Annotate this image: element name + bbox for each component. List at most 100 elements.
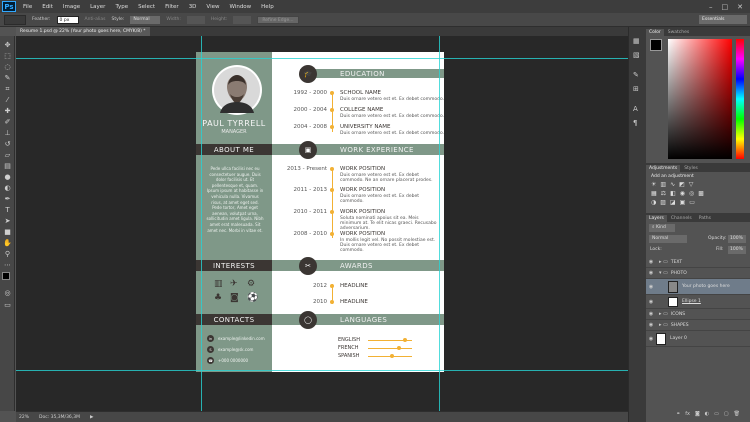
fx-icon[interactable]: fx — [685, 411, 690, 417]
exposure-icon[interactable]: ◩ — [679, 181, 685, 188]
link-icon[interactable]: ⚭ — [676, 411, 680, 417]
height-input[interactable] — [233, 15, 252, 24]
layer-row[interactable]: ◉ ▸ ▭ TEXT — [646, 257, 750, 268]
stamp-icon[interactable]: ⊥ — [2, 128, 13, 138]
guide-vertical[interactable] — [201, 36, 202, 411]
path-select-icon[interactable]: ➤ — [2, 216, 13, 226]
layer-filter-dropdown[interactable]: ⌕ Kind — [649, 224, 675, 232]
document-tab[interactable]: Resume 1.psd @ 22% (Your photo goes here… — [16, 27, 150, 36]
eye-icon[interactable]: ◉ — [646, 311, 656, 317]
minimize-button[interactable]: – — [709, 3, 713, 11]
layer-row[interactable]: ◉ Layer 0 — [646, 331, 750, 347]
layer-row[interactable]: ◉ ▾ ▭ PHOTO — [646, 268, 750, 279]
eraser-icon[interactable]: ▱ — [2, 150, 13, 160]
feather-input[interactable]: 0 px — [56, 15, 79, 24]
mask-icon[interactable]: ◙ — [695, 411, 700, 417]
properties-panel-icon[interactable]: ▧ — [633, 51, 643, 61]
workspace-switcher[interactable]: Essentials — [699, 15, 747, 24]
color-field[interactable] — [668, 39, 732, 159]
gradient-map-icon[interactable]: ▭ — [689, 199, 695, 206]
lookup-icon[interactable]: ▩ — [698, 190, 704, 197]
hand-icon[interactable]: ✋ — [2, 238, 13, 248]
guide-horizontal[interactable] — [16, 370, 628, 371]
adjustment-layer-icon[interactable]: ◐ — [705, 411, 709, 417]
menu-window[interactable]: Window — [224, 4, 256, 10]
selective-color-icon[interactable]: ▣ — [680, 199, 686, 206]
quick-select-icon[interactable]: ✎ — [2, 73, 13, 83]
posterize-icon[interactable]: ▨ — [660, 199, 666, 206]
menu-layer[interactable]: Layer — [85, 4, 110, 10]
brush-panel-icon[interactable]: ✎ — [633, 71, 643, 81]
menu-filter[interactable]: Filter — [160, 4, 184, 10]
eye-icon[interactable]: ◉ — [646, 322, 656, 328]
eye-icon[interactable]: ◉ — [646, 299, 656, 305]
fill-input[interactable]: 100% — [728, 246, 746, 254]
blur-icon[interactable]: ● — [2, 172, 13, 182]
eye-icon[interactable]: ◉ — [646, 270, 656, 276]
menu-3d[interactable]: 3D — [184, 4, 202, 10]
layer-row[interactable]: ◉ ▸ ▭ SHAPES — [646, 320, 750, 331]
quick-mask-icon[interactable]: ◎ — [2, 288, 13, 298]
style-dropdown[interactable]: Normal — [130, 15, 161, 24]
tab-adjustments[interactable]: Adjustments — [646, 165, 681, 172]
eye-icon[interactable]: ◉ — [646, 259, 656, 265]
brightness-icon[interactable]: ☀ — [651, 181, 656, 188]
more-tools-icon[interactable]: ⋯ — [2, 260, 13, 270]
tool-preset-picker[interactable] — [4, 14, 26, 25]
levels-icon[interactable]: ▥ — [660, 181, 666, 188]
photo-filter-icon[interactable]: ◉ — [680, 190, 685, 197]
layer-row[interactable]: ◉ ▸ ▭ ICONS — [646, 309, 750, 320]
close-button[interactable]: ✕ — [737, 3, 743, 11]
layer-row[interactable]: ◉ Ellipse 1 — [646, 295, 750, 309]
refine-edge-button[interactable]: Refine Edge... — [257, 15, 299, 24]
foreground-swatch[interactable] — [650, 39, 662, 51]
color-balance-icon[interactable]: ⚖ — [661, 190, 666, 197]
menu-view[interactable]: View — [201, 4, 224, 10]
zoom-level[interactable]: 22% — [19, 415, 29, 420]
vibrance-icon[interactable]: ▽ — [689, 181, 694, 188]
menu-file[interactable]: File — [18, 4, 37, 10]
menu-select[interactable]: Select — [133, 4, 160, 10]
dodge-icon[interactable]: ◐ — [2, 183, 13, 193]
character-panel-icon[interactable]: A — [633, 105, 643, 115]
antialias-checkbox[interactable]: Anti-alias — [85, 17, 106, 22]
clone-source-icon[interactable]: ⊞ — [633, 85, 643, 95]
tab-color[interactable]: Color — [646, 29, 664, 36]
menu-help[interactable]: Help — [256, 4, 279, 10]
menu-edit[interactable]: Edit — [37, 4, 58, 10]
channel-mixer-icon[interactable]: ◎ — [689, 190, 694, 197]
menu-type[interactable]: Type — [110, 4, 133, 10]
layer-row-selected[interactable]: ◉ Your photo goes here — [646, 279, 750, 295]
tab-layers[interactable]: Layers — [646, 215, 667, 222]
width-input[interactable] — [186, 15, 205, 24]
threshold-icon[interactable]: ◪ — [670, 199, 676, 206]
screen-mode-icon[interactable]: ▭ — [2, 300, 13, 310]
hue-sat-icon[interactable]: ▦ — [651, 190, 657, 197]
gradient-icon[interactable]: ▤ — [2, 161, 13, 171]
lasso-icon[interactable]: ◌ — [2, 62, 13, 72]
curves-icon[interactable]: ∿ — [670, 181, 675, 188]
brush-icon[interactable]: ✐ — [2, 117, 13, 127]
healing-icon[interactable]: ✚ — [2, 106, 13, 116]
foreground-color-swatch[interactable] — [2, 272, 10, 280]
bw-icon[interactable]: ◧ — [670, 190, 676, 197]
paragraph-panel-icon[interactable]: ¶ — [633, 119, 643, 129]
eye-icon[interactable]: ◉ — [646, 336, 656, 342]
move-icon[interactable]: ✥ — [2, 40, 13, 50]
invert-icon[interactable]: ◑ — [651, 199, 656, 206]
history-panel-icon[interactable]: ▦ — [633, 37, 643, 47]
maximize-button[interactable]: □ — [722, 3, 729, 11]
trash-icon[interactable]: 🗑 — [734, 411, 740, 417]
pen-icon[interactable]: ✒ — [2, 194, 13, 204]
new-layer-icon[interactable]: ▢ — [724, 411, 729, 417]
group-icon[interactable]: ▭ — [714, 411, 719, 417]
tab-styles[interactable]: Styles — [681, 165, 701, 172]
hue-slider[interactable] — [736, 39, 744, 159]
tab-swatches[interactable]: Swatches — [665, 29, 693, 36]
zoom-icon[interactable]: ⚲ — [2, 249, 13, 259]
status-arrow-icon[interactable]: ▶ — [90, 415, 93, 420]
history-brush-icon[interactable]: ↺ — [2, 139, 13, 149]
type-icon[interactable]: T — [2, 205, 13, 215]
guide-vertical[interactable] — [439, 36, 440, 411]
guide-horizontal[interactable] — [16, 58, 628, 59]
